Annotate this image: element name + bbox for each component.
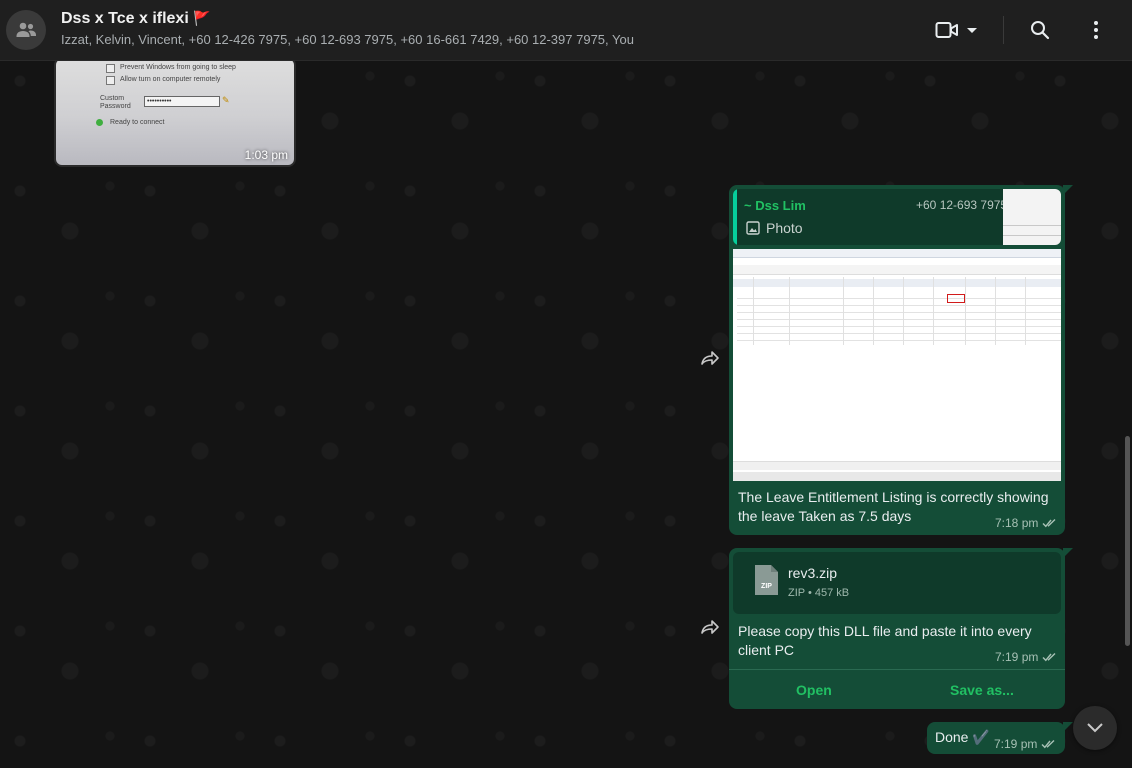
message-meta: 7:19 pm: [995, 650, 1057, 664]
message-time: 7:19 pm: [994, 737, 1038, 751]
zip-badge-text: ZIP: [761, 583, 772, 590]
bubble-tail: [1063, 722, 1073, 732]
forward-button[interactable]: [700, 619, 720, 635]
chat-area[interactable]: Prevent Windows from going to sleep Allo…: [0, 61, 1132, 768]
file-attachment[interactable]: ZIP rev3.zip ZIP • 457 kB: [733, 552, 1061, 614]
group-avatar-icon: [16, 22, 36, 37]
message-time: 7:19 pm: [995, 650, 1039, 664]
photo-text: Allow turn on computer remotely: [120, 76, 221, 83]
forward-icon: [701, 620, 719, 634]
photo-text: Ready to connect: [110, 119, 165, 126]
file-actions: Open Save as...: [729, 669, 1065, 710]
video-call-button[interactable]: [934, 18, 980, 42]
message-text-done: Done: [935, 729, 969, 745]
save-as-button[interactable]: Save as...: [950, 682, 1014, 698]
chevron-down-icon: [1087, 723, 1103, 733]
forward-icon: [701, 351, 719, 365]
photo-password-field: ••••••••••: [144, 96, 220, 107]
menu-button[interactable]: [1086, 18, 1106, 42]
open-file-button[interactable]: Open: [796, 682, 832, 698]
bubble-tail: [1063, 548, 1073, 558]
double-check-icon: [1042, 652, 1056, 662]
search-icon: [1031, 21, 1050, 40]
file-name: rev3.zip: [788, 565, 838, 581]
photo-icon: [746, 221, 760, 235]
bubble-tail: [1063, 185, 1073, 195]
group-members[interactable]: Izzat, Kelvin, Vincent, +60 12-426 7975,…: [61, 32, 634, 47]
kebab-menu-icon: [1094, 21, 1098, 39]
message-text-line: The Leave Entitlement Listing is correct…: [738, 489, 1049, 505]
photo-text: Password: [100, 103, 131, 110]
flag-emoji: 🚩: [193, 10, 211, 26]
header-divider: [1003, 16, 1004, 44]
quote-phone: +60 12-693 7975: [916, 198, 1008, 212]
outgoing-file-message[interactable]: ZIP rev3.zip ZIP • 457 kB Please copy th…: [729, 548, 1073, 710]
message-text-line: client PC: [738, 642, 795, 658]
double-check-icon: [1041, 739, 1055, 749]
highlight-box: [947, 294, 965, 303]
zip-file-icon: ZIP: [755, 565, 778, 595]
photo-text: Prevent Windows from going to sleep: [120, 64, 236, 71]
file-info: ZIP • 457 kB: [788, 587, 850, 599]
photo-text: Custom: [100, 95, 125, 102]
photo-checkbox: [106, 76, 115, 85]
chat-title-text: Dss x Tce x iflexi: [61, 10, 189, 27]
message-text-line: Please copy this DLL file and paste it i…: [738, 623, 1032, 639]
outgoing-photo-message[interactable]: ~ Dss Lim +60 12-693 7975 Photo The Leav…: [729, 185, 1073, 535]
chat-scrollbar[interactable]: [1125, 436, 1130, 646]
quote-bar: [733, 189, 737, 245]
double-check-icon: [1042, 518, 1056, 528]
quote-photo-label: Photo: [746, 220, 803, 236]
message-time: 7:18 pm: [995, 516, 1039, 530]
photo-key-icon: ✎: [222, 95, 230, 105]
reply-quote[interactable]: ~ Dss Lim +60 12-693 7975 Photo: [733, 189, 1061, 245]
search-button[interactable]: [1028, 18, 1052, 42]
message-text: Done ✔️: [935, 728, 990, 747]
chat-title[interactable]: Dss x Tce x iflexi 🚩: [61, 10, 211, 28]
quote-author: ~ Dss Lim: [744, 198, 806, 213]
chat-header: Dss x Tce x iflexi 🚩 Izzat, Kelvin, Vinc…: [0, 0, 1132, 61]
chevron-down-icon: [967, 28, 977, 33]
message-meta: 7:19 pm: [994, 737, 1056, 751]
check-mark-emoji: ✔️: [972, 729, 990, 745]
photo-checkbox: [106, 64, 115, 73]
group-avatar[interactable]: [6, 10, 46, 50]
spreadsheet-photo[interactable]: [733, 249, 1061, 481]
outgoing-text-message[interactable]: Done ✔️ 7:19 pm: [927, 722, 1073, 754]
message-time: 1:03 pm: [244, 148, 288, 162]
scroll-to-bottom-button[interactable]: [1073, 706, 1117, 750]
quote-thumbnail: [1003, 189, 1061, 245]
incoming-photo-message[interactable]: Prevent Windows from going to sleep Allo…: [54, 61, 296, 167]
photo-status-dot: [96, 119, 103, 126]
quote-type: Photo: [766, 220, 803, 236]
message-text-line: the leave Taken as 7.5 days: [738, 508, 912, 524]
video-call-icon: [935, 22, 958, 38]
forward-button[interactable]: [700, 350, 720, 366]
message-meta: 7:18 pm: [995, 516, 1057, 530]
